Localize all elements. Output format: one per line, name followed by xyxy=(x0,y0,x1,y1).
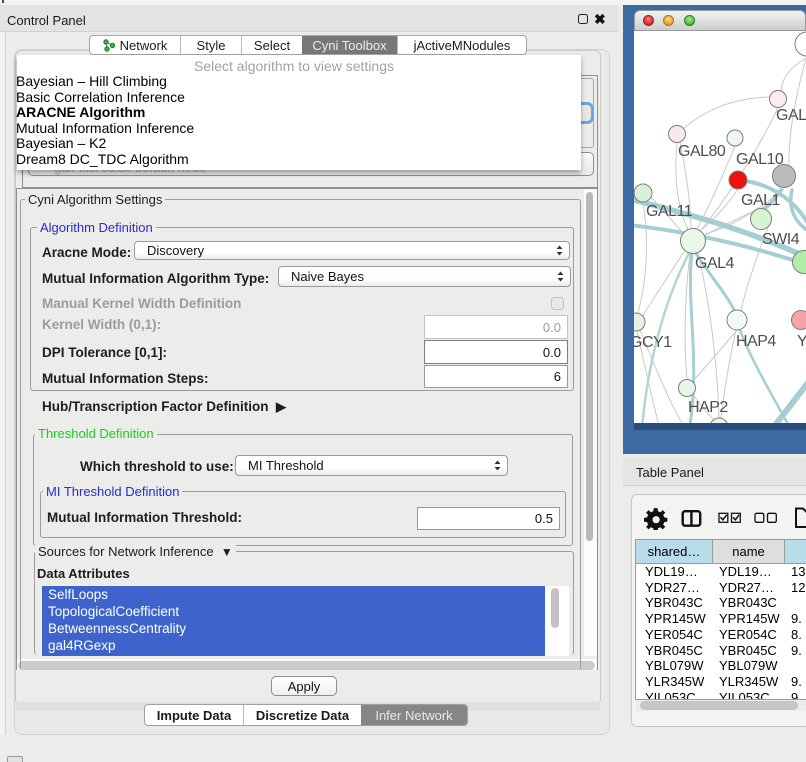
svg-text:GAL11: GAL11 xyxy=(646,203,693,220)
svg-text:HAP2: HAP2 xyxy=(688,399,728,416)
svg-text:GAL1: GAL1 xyxy=(741,192,781,209)
svg-text:SWI4: SWI4 xyxy=(762,231,800,248)
svg-text:HAP4: HAP4 xyxy=(736,333,776,350)
svg-text:GAL4: GAL4 xyxy=(695,255,735,272)
svg-text:Y: Y xyxy=(797,333,806,350)
svg-text:GAL10: GAL10 xyxy=(736,151,784,168)
svg-text:GAL80: GAL80 xyxy=(678,143,726,160)
svg-text:GCY1: GCY1 xyxy=(634,334,672,351)
svg-text:GAL: GAL xyxy=(776,107,806,124)
